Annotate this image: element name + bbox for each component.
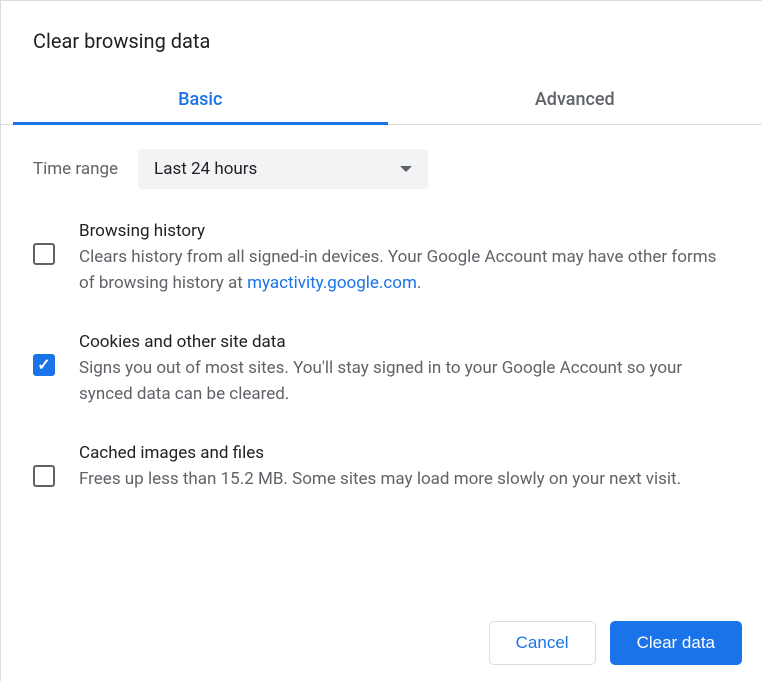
option-title: Cached images and files [79,443,730,463]
tab-advanced[interactable]: Advanced [388,75,762,124]
dialog-title: Clear browsing data [1,1,762,75]
time-range-row: Time range Last 24 hours [1,125,762,197]
options-list: Browsing history Clears history from all… [1,197,762,493]
clear-data-button[interactable]: Clear data [610,621,742,665]
desc-text: . [417,273,421,293]
option-title: Browsing history [79,221,730,241]
option-desc: Frees up less than 15.2 MB. Some sites m… [79,467,730,493]
option-title: Cookies and other site data [79,332,730,352]
option-browsing-history: Browsing history Clears history from all… [33,221,730,296]
checkbox-browsing-history[interactable] [33,243,55,265]
tab-basic[interactable]: Basic [13,75,388,124]
caret-down-icon [400,166,412,172]
checkbox-cache[interactable] [33,465,55,487]
time-range-label: Time range [33,159,118,179]
myactivity-link[interactable]: myactivity.google.com [247,273,417,293]
time-range-dropdown[interactable]: Last 24 hours [138,149,428,189]
time-range-selected: Last 24 hours [154,159,257,179]
dialog-footer: Cancel Clear data [489,605,742,681]
checkbox-cookies[interactable]: ✓ [33,354,55,376]
cancel-button[interactable]: Cancel [489,621,596,665]
option-desc: Clears history from all signed-in device… [79,245,730,296]
option-text: Browsing history Clears history from all… [79,221,730,296]
option-text: Cached images and files Frees up less th… [79,443,730,493]
option-text: Cookies and other site data Signs you ou… [79,332,730,407]
option-desc: Signs you out of most sites. You'll stay… [79,356,730,407]
check-icon: ✓ [37,357,50,373]
option-cookies: ✓ Cookies and other site data Signs you … [33,332,730,407]
option-cache: Cached images and files Frees up less th… [33,443,730,493]
tabs-container: Basic Advanced [1,75,762,125]
